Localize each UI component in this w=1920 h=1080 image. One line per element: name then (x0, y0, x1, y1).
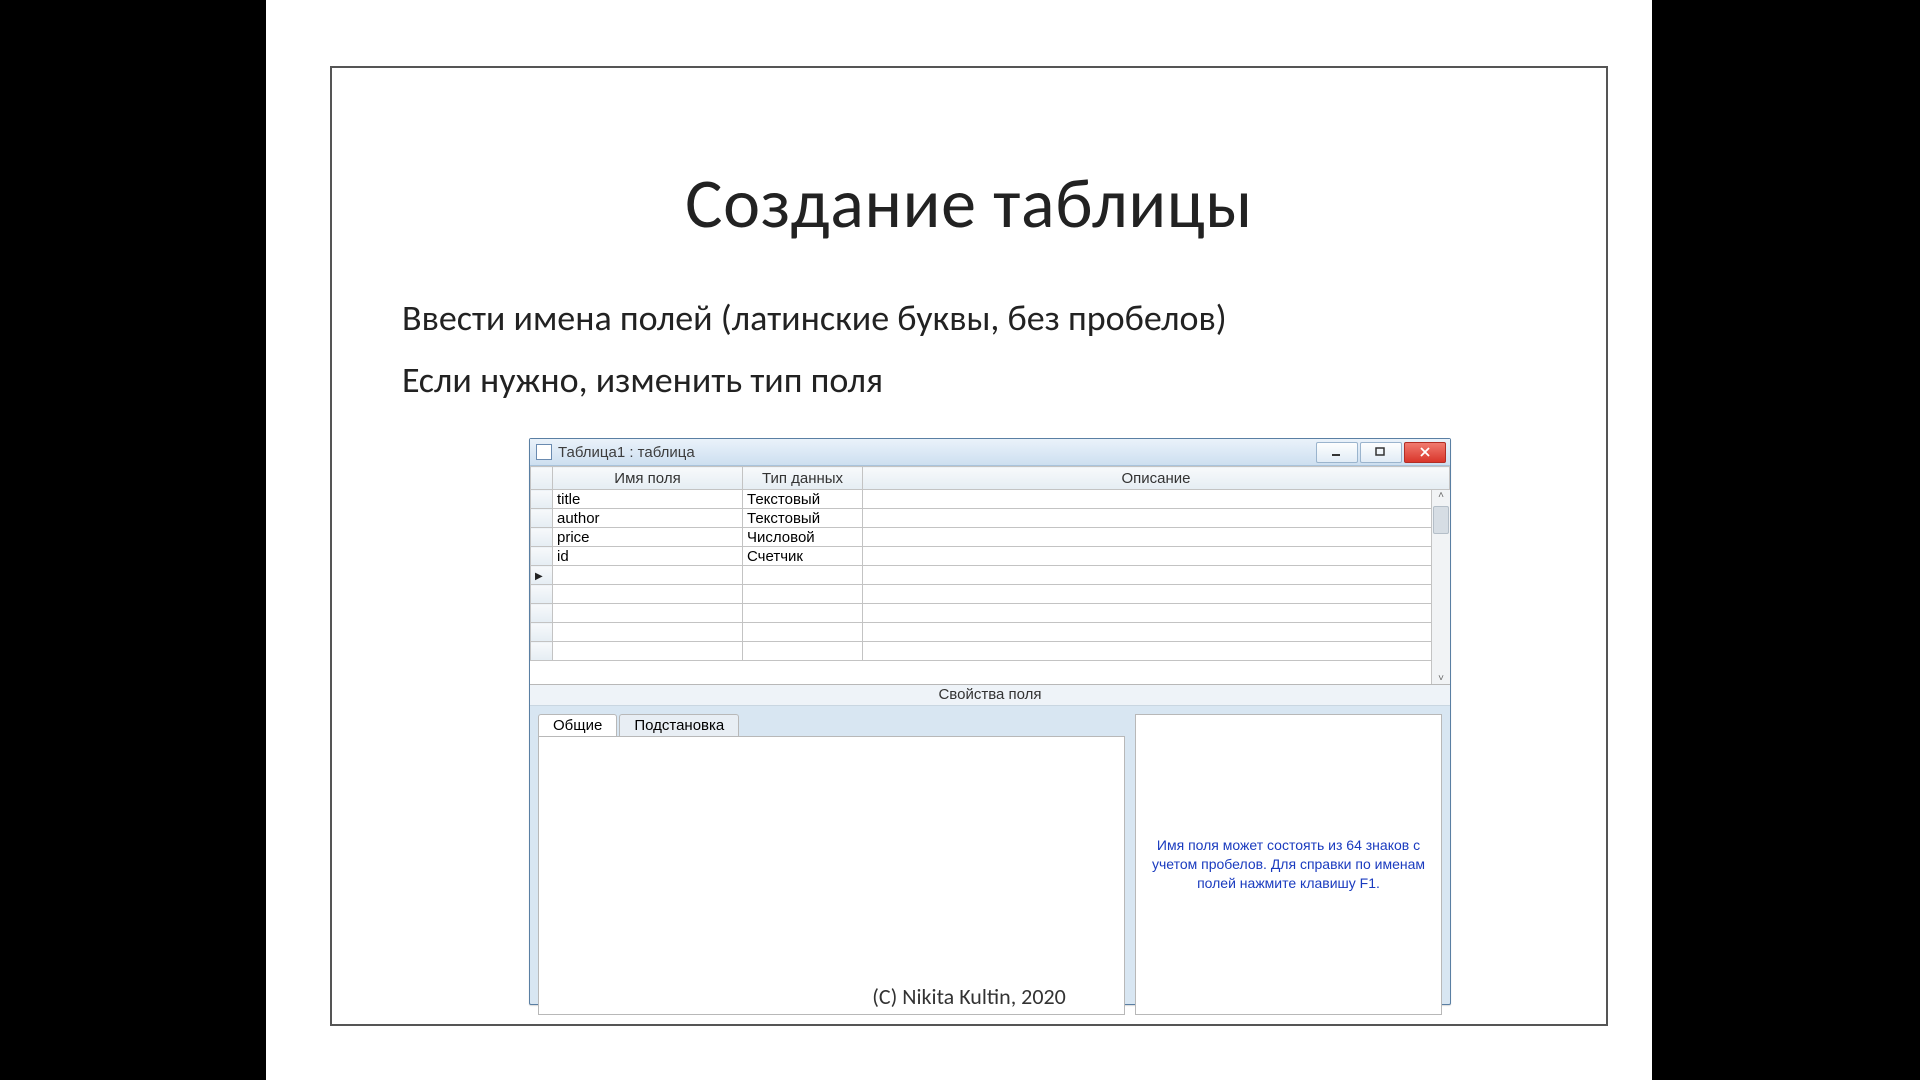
minimize-icon (1331, 447, 1343, 457)
column-header-description[interactable]: Описание (863, 467, 1450, 490)
table-header-row: Имя поля Тип данных Описание (531, 467, 1450, 490)
minimize-button[interactable] (1316, 442, 1358, 463)
fields-table[interactable]: Имя поля Тип данных Описание title Текст… (530, 466, 1450, 661)
row-selector[interactable] (531, 509, 553, 528)
slide-title: Создание таблицы (332, 160, 1606, 246)
close-button[interactable] (1404, 442, 1446, 463)
maximize-button[interactable] (1360, 442, 1402, 463)
field-properties-caption: Свойства поля (530, 685, 1450, 706)
properties-left-panel: Общие Подстановка (538, 714, 1125, 1015)
field-desc-cell[interactable] (863, 528, 1450, 547)
field-desc-cell[interactable] (863, 509, 1450, 528)
access-table-designer-window: Таблица1 : таблица (529, 438, 1451, 1005)
scroll-up-icon[interactable]: ˄ (1438, 490, 1444, 501)
row-selector[interactable] (531, 585, 553, 604)
field-name-cell[interactable]: title (553, 490, 743, 509)
table-row[interactable]: price Числовой (531, 528, 1450, 547)
window-titlebar[interactable]: Таблица1 : таблица (530, 439, 1450, 466)
window-title: Таблица1 : таблица (558, 444, 695, 461)
field-desc-cell[interactable] (863, 547, 1450, 566)
table-row[interactable] (531, 585, 1450, 604)
field-type-cell[interactable]: Счетчик (743, 547, 863, 566)
table-row[interactable] (531, 623, 1450, 642)
close-icon (1419, 447, 1431, 457)
current-row-indicator-icon[interactable] (531, 566, 553, 585)
row-selector[interactable] (531, 528, 553, 547)
field-desc-cell[interactable] (863, 490, 1450, 509)
row-selector[interactable] (531, 604, 553, 623)
slide-body-line-2: Если нужно, изменить тип поля (402, 358, 883, 402)
tab-general[interactable]: Общие (538, 714, 617, 736)
field-type-cell[interactable]: Числовой (743, 528, 863, 547)
row-selector[interactable] (531, 547, 553, 566)
field-definition-grid: Имя поля Тип данных Описание title Текст… (530, 466, 1450, 685)
field-desc-cell[interactable] (863, 566, 1450, 585)
field-properties-pane: Общие Подстановка Имя поля может состоят… (530, 706, 1450, 1023)
vertical-scrollbar[interactable]: ˄ ˅ (1431, 490, 1450, 684)
scroll-down-icon[interactable]: ˅ (1438, 673, 1444, 684)
column-header-type[interactable]: Тип данных (743, 467, 863, 490)
field-type-cell[interactable] (743, 566, 863, 585)
field-name-hint: Имя поля может состоять из 64 знаков с у… (1146, 836, 1431, 893)
slide-body-line-1: Ввести имена полей (латинские буквы, без… (402, 296, 1227, 340)
row-selector[interactable] (531, 490, 553, 509)
table-row-current[interactable] (531, 566, 1450, 585)
table-row[interactable] (531, 604, 1450, 623)
tab-lookup[interactable]: Подстановка (619, 714, 739, 736)
field-name-cell[interactable]: author (553, 509, 743, 528)
table-row[interactable]: author Текстовый (531, 509, 1450, 528)
field-type-cell[interactable]: Текстовый (743, 509, 863, 528)
column-header-name[interactable]: Имя поля (553, 467, 743, 490)
row-selector[interactable] (531, 623, 553, 642)
properties-content-area[interactable] (538, 736, 1125, 1015)
row-selector[interactable] (531, 642, 553, 661)
table-row[interactable]: title Текстовый (531, 490, 1450, 509)
slide-frame: Создание таблицы Ввести имена полей (лат… (330, 66, 1608, 1026)
table-icon (536, 444, 552, 460)
field-name-cell[interactable] (553, 566, 743, 585)
scroll-thumb[interactable] (1433, 506, 1449, 534)
hint-panel: Имя поля может состоять из 64 знаков с у… (1135, 714, 1442, 1015)
field-type-cell[interactable]: Текстовый (743, 490, 863, 509)
maximize-icon (1375, 447, 1387, 457)
field-name-cell[interactable]: price (553, 528, 743, 547)
table-row[interactable]: id Счетчик (531, 547, 1450, 566)
slide-footer: (C) Nikita Kultin, 2020 (332, 983, 1606, 1010)
field-name-cell[interactable]: id (553, 547, 743, 566)
window-control-buttons (1314, 442, 1450, 463)
corner-cell (531, 467, 553, 490)
properties-tabs: Общие Подстановка (538, 714, 1125, 736)
table-row[interactable] (531, 642, 1450, 661)
